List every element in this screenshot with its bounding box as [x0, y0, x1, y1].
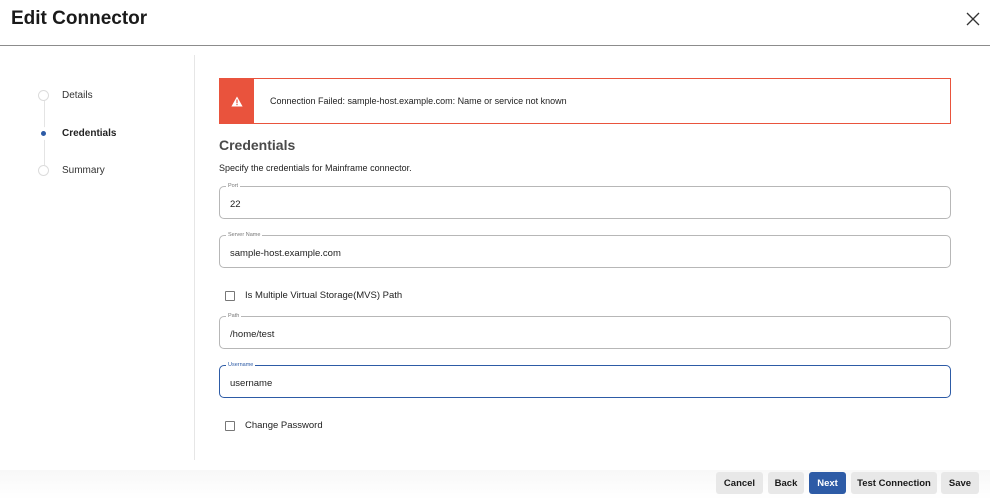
step-dot [38, 164, 49, 176]
step-credentials[interactable]: Credentials [38, 125, 116, 141]
warning-icon [231, 96, 243, 106]
path-field: Path [219, 312, 951, 349]
section-title: Credentials [219, 137, 296, 153]
port-field: Port [219, 182, 951, 219]
step-summary[interactable]: Summary [38, 162, 105, 178]
stepper: Details Credentials Summary [0, 55, 195, 460]
step-label: Summary [62, 164, 105, 176]
save-button[interactable]: Save [941, 472, 979, 494]
step-details[interactable]: Details [38, 87, 93, 103]
checkbox-box[interactable] [225, 290, 235, 301]
step-dot-active [38, 127, 49, 139]
step-label: Details [62, 89, 93, 101]
alert-icon-box [220, 79, 254, 123]
server-name-field: Server Name [219, 231, 951, 268]
port-input[interactable] [220, 187, 950, 218]
dialog-header: Edit Connector [0, 0, 990, 46]
alert-message: Connection Failed: sample-host.example.c… [270, 96, 567, 106]
cancel-button[interactable]: Cancel [716, 472, 763, 494]
test-connection-button[interactable]: Test Connection [851, 472, 937, 494]
username-field: Username [219, 361, 951, 398]
step-label: Credentials [62, 127, 117, 139]
mvs-path-label: Is Multiple Virtual Storage(MVS) Path [245, 290, 403, 301]
change-password-label: Change Password [245, 420, 323, 431]
path-input[interactable] [220, 317, 950, 348]
step-dot [38, 89, 49, 101]
back-button[interactable]: Back [768, 472, 804, 494]
checkbox-box[interactable] [225, 420, 235, 431]
error-alert: Connection Failed: sample-host.example.c… [219, 78, 951, 124]
change-password-checkbox[interactable]: Change Password [225, 420, 323, 431]
close-icon[interactable] [964, 10, 982, 28]
mvs-path-checkbox[interactable]: Is Multiple Virtual Storage(MVS) Path [225, 290, 402, 301]
dialog-title: Edit Connector [11, 8, 148, 29]
next-button[interactable]: Next [809, 472, 846, 494]
server-name-input[interactable] [220, 236, 950, 267]
username-input[interactable] [220, 366, 950, 397]
section-description: Specify the credentials for Mainframe co… [219, 163, 412, 173]
